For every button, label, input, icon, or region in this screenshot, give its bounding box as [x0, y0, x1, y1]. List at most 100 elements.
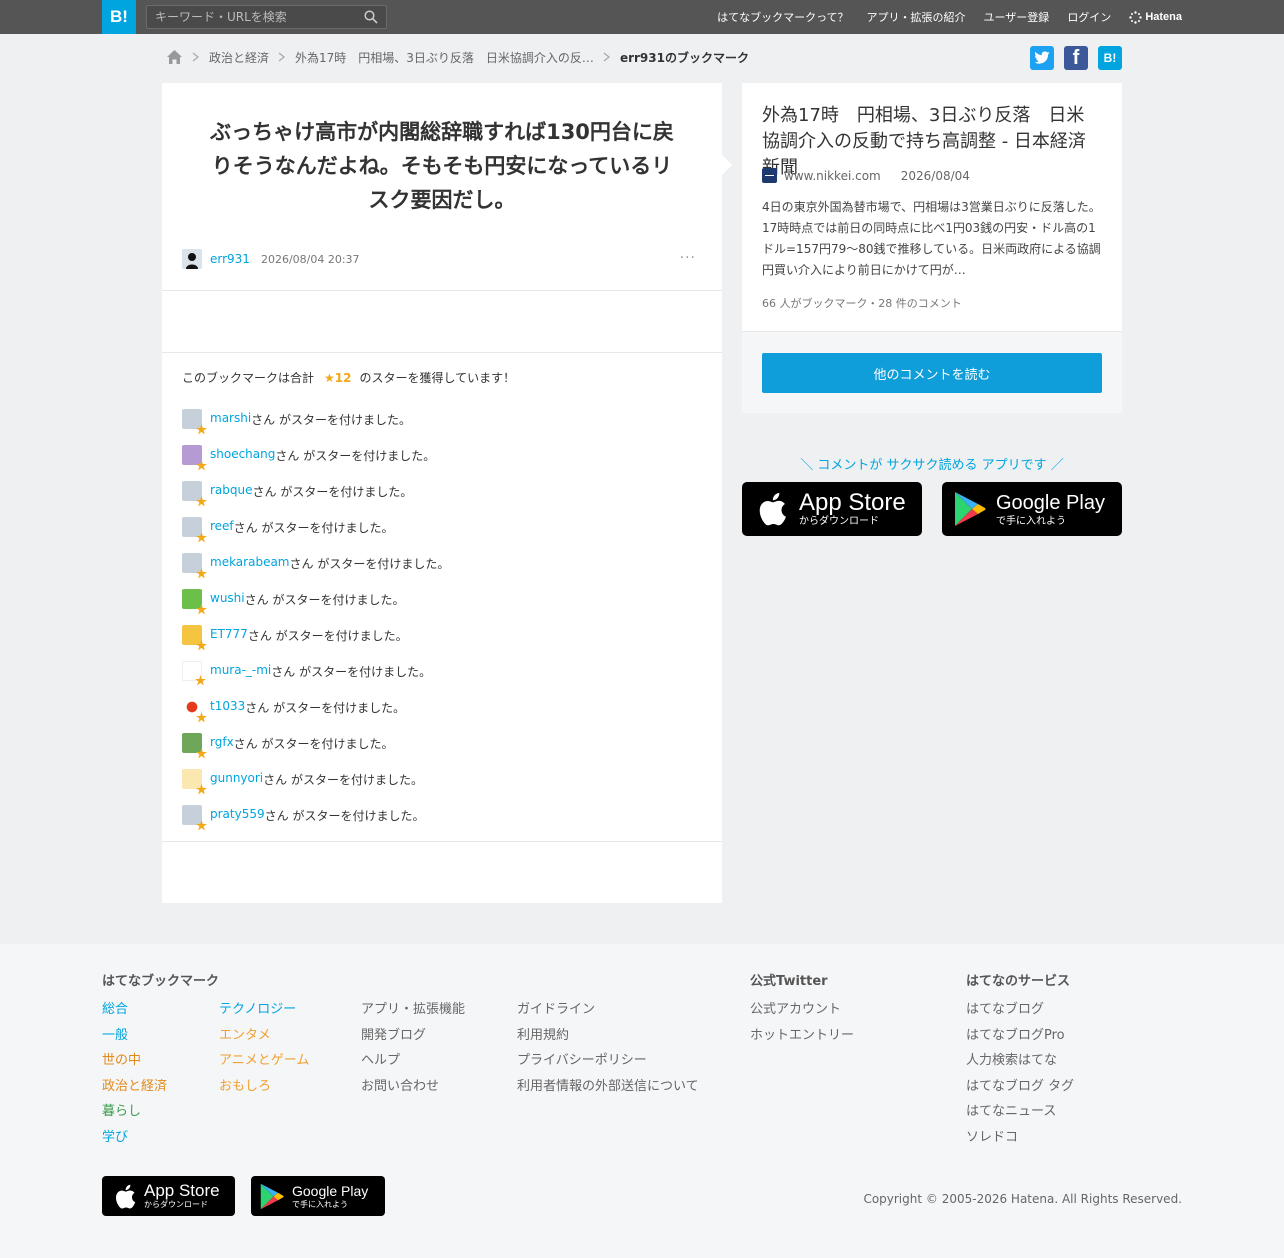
more-menu-button[interactable]: ··· [680, 250, 696, 266]
hatena-bookmark-share-button[interactable]: B! [1098, 46, 1122, 70]
footer-link[interactable]: 一般 [102, 1026, 167, 1052]
apple-icon [116, 1184, 136, 1208]
star-list-item: rgfx さん がスターを付けました。 [182, 731, 449, 767]
star-username[interactable]: shoechang [210, 447, 275, 461]
star-username[interactable]: ET777 [210, 627, 248, 641]
entry-description: 4日の東京外国為替市場で、円相場は3営業日ぶりに反落した。17時時点では前日の同… [762, 200, 1101, 277]
footer-link[interactable]: ガイドライン [517, 1000, 699, 1026]
footer-link[interactable]: お問い合わせ [361, 1077, 465, 1103]
search-icon[interactable] [364, 10, 378, 24]
star-icon [196, 712, 207, 723]
user-avatar[interactable] [182, 249, 202, 269]
footer-link[interactable]: はてなニュース [966, 1102, 1074, 1128]
footer-link[interactable]: 公式アカウント [750, 1000, 854, 1026]
star-username[interactable]: marshi [210, 411, 251, 425]
user-avatar[interactable] [182, 697, 207, 723]
footer-link[interactable]: 政治と経済 [102, 1077, 167, 1103]
hatena-bookmark-logo[interactable]: B! [102, 0, 136, 34]
user-avatar[interactable] [182, 445, 207, 471]
star-icon [196, 460, 207, 471]
user-avatar[interactable] [182, 517, 207, 543]
stars-summary: このブックマークは合計 ★12 のスターを獲得しています！ [182, 369, 515, 386]
footer-link[interactable]: ソレドコ [966, 1128, 1074, 1154]
user-avatar[interactable] [182, 553, 207, 579]
footer-link[interactable]: 世の中 [102, 1051, 167, 1077]
star-text: さん がスターを付けました。 [233, 521, 394, 535]
footer-link[interactable]: 人力検索はてな [966, 1051, 1074, 1077]
footer-link[interactable]: 暮らし [102, 1102, 167, 1128]
user-avatar[interactable] [182, 733, 207, 759]
footer-link[interactable]: 利用者情報の外部送信について [517, 1077, 699, 1103]
user-avatar[interactable] [182, 589, 207, 615]
star-username[interactable]: mekarabeam [210, 555, 290, 569]
footer-link[interactable]: 学び [102, 1128, 167, 1154]
stars-summary-prefix: このブックマークは合計 [182, 371, 315, 385]
user-avatar[interactable] [182, 625, 207, 651]
user-avatar[interactable] [182, 481, 207, 507]
star-list: marshi さん がスターを付けました。 shoechang さん がスターを付け… [182, 407, 449, 839]
google-play-button[interactable]: Google Play で手に入れよう [942, 482, 1122, 536]
user-avatar[interactable] [182, 661, 206, 686]
user-avatar[interactable] [182, 769, 207, 795]
hatena-brand-text: Hatena [1145, 11, 1182, 23]
footer-link[interactable]: 開発ブログ [361, 1026, 465, 1052]
entry-title[interactable]: 外為17時 円相場、3日ぶり反落 日米協調介入の反動で持ち高調整 - 日本経済新… [742, 83, 1122, 178]
search-box [146, 5, 387, 29]
nav-about[interactable]: はてなブックマークって？ [717, 9, 848, 25]
read-other-comments-button[interactable]: 他のコメントを読む [762, 353, 1102, 393]
footer-link[interactable]: 総合 [102, 1000, 167, 1026]
nav-login[interactable]: ログイン [1067, 9, 1111, 25]
footer-link[interactable]: アニメとゲーム [219, 1051, 309, 1077]
footer-link[interactable]: はてなブログ [966, 1000, 1074, 1026]
stars-summary-suffix: のスターを獲得しています！ [359, 371, 516, 385]
entry-counts: 66 人がブックマーク・28 件のコメント [762, 297, 962, 310]
twitter-bird-icon [1034, 51, 1050, 64]
star-username[interactable]: wushi [210, 591, 245, 605]
footer-link[interactable]: アプリ・拡張機能 [361, 1000, 465, 1026]
footer-link[interactable]: ヘルプ [361, 1051, 465, 1077]
search-input[interactable] [147, 6, 357, 28]
app-store-button[interactable]: App Store からダウンロード [742, 482, 922, 536]
star-icon [196, 568, 207, 579]
footer-link[interactable]: プライバシーポリシー [517, 1051, 699, 1077]
footer-col-policy: ガイドライン 利用規約 プライバシーポリシー 利用者情報の外部送信について [517, 1000, 699, 1102]
star-username[interactable]: rgfx [210, 735, 234, 749]
entry-domain[interactable]: www.nikkei.com [784, 169, 881, 183]
star-username[interactable]: rabque [210, 483, 253, 497]
hatena-brand-link[interactable]: Hatena [1129, 10, 1182, 24]
author-username[interactable]: err931 [210, 252, 250, 266]
user-avatar[interactable] [182, 805, 207, 831]
footer-link[interactable]: 利用規約 [517, 1026, 699, 1052]
footer-link[interactable]: エンタメ [219, 1026, 309, 1052]
star-username[interactable]: praty559 [210, 807, 265, 821]
user-avatar[interactable] [182, 409, 207, 435]
star-username[interactable]: gunnyori [210, 771, 263, 785]
footer-app-store-label: App Store [144, 1181, 220, 1200]
twitter-share-button[interactable] [1030, 46, 1054, 70]
star-username[interactable]: reef [210, 519, 234, 533]
footer-col-services: はてなブログ はてなブログPro 人力検索はてな はてなブログ タグ はてなニュ… [966, 1000, 1074, 1154]
star-icon [196, 604, 207, 615]
apple-icon [759, 492, 786, 526]
footer-app-store-button[interactable]: App Store からダウンロード [102, 1176, 235, 1216]
home-icon[interactable] [166, 49, 183, 65]
star-username[interactable]: t1033 [210, 699, 245, 713]
footer-link[interactable]: はてなブログPro [966, 1026, 1074, 1052]
footer-link[interactable]: はてなブログ タグ [966, 1077, 1074, 1103]
nav-apps[interactable]: アプリ・拡張の紹介 [867, 9, 966, 25]
star-icon [196, 532, 207, 543]
star-text: さん がスターを付けました。 [245, 701, 406, 715]
breadcrumb-category[interactable]: 政治と経済 [209, 49, 269, 66]
nav-register[interactable]: ユーザー登録 [984, 9, 1050, 25]
breadcrumb-entry[interactable]: 外為17時 円相場、3日ぶり反落 日米協調介入の反… [295, 49, 594, 66]
star-list-item: reef さん がスターを付けました。 [182, 515, 449, 551]
footer-google-play-button[interactable]: Google Play で手に入れよう [251, 1176, 385, 1216]
facebook-share-button[interactable]: f [1064, 46, 1088, 70]
star-text: さん がスターを付けました。 [252, 485, 413, 499]
star-username[interactable]: mura-_-mi [210, 663, 271, 677]
star-text: さん がスターを付けました。 [233, 737, 394, 751]
star-text: さん がスターを付けました。 [275, 449, 436, 463]
footer-link[interactable]: テクノロジー [219, 1000, 309, 1026]
footer-link[interactable]: ホットエントリー [750, 1026, 854, 1052]
footer-link[interactable]: おもしろ [219, 1077, 309, 1103]
